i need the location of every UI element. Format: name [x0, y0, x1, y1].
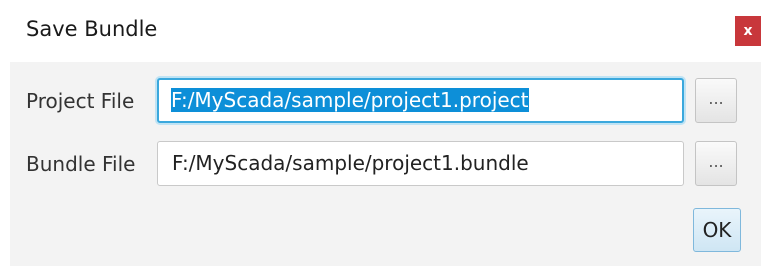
- project-file-label: Project File: [26, 89, 135, 113]
- bundle-file-browse-button[interactable]: ...: [695, 141, 737, 186]
- project-file-value: F:/MyScada/sample/project1.project: [171, 88, 529, 112]
- bundle-file-label: Bundle File: [26, 152, 136, 176]
- project-file-input[interactable]: F:/MyScada/sample/project1.project: [157, 78, 684, 123]
- window-title: Save Bundle: [26, 17, 158, 41]
- bundle-file-input[interactable]: F:/MyScada/sample/project1.bundle: [157, 141, 684, 186]
- project-file-browse-button[interactable]: ...: [695, 78, 737, 123]
- close-button[interactable]: x: [735, 16, 761, 46]
- ok-button[interactable]: OK: [693, 208, 741, 252]
- dialog-body: Project File F:/MyScada/sample/project1.…: [10, 62, 761, 266]
- save-bundle-dialog: Save Bundle x Project File F:/MyScada/sa…: [0, 0, 761, 266]
- title-bar[interactable]: Save Bundle x: [0, 0, 761, 62]
